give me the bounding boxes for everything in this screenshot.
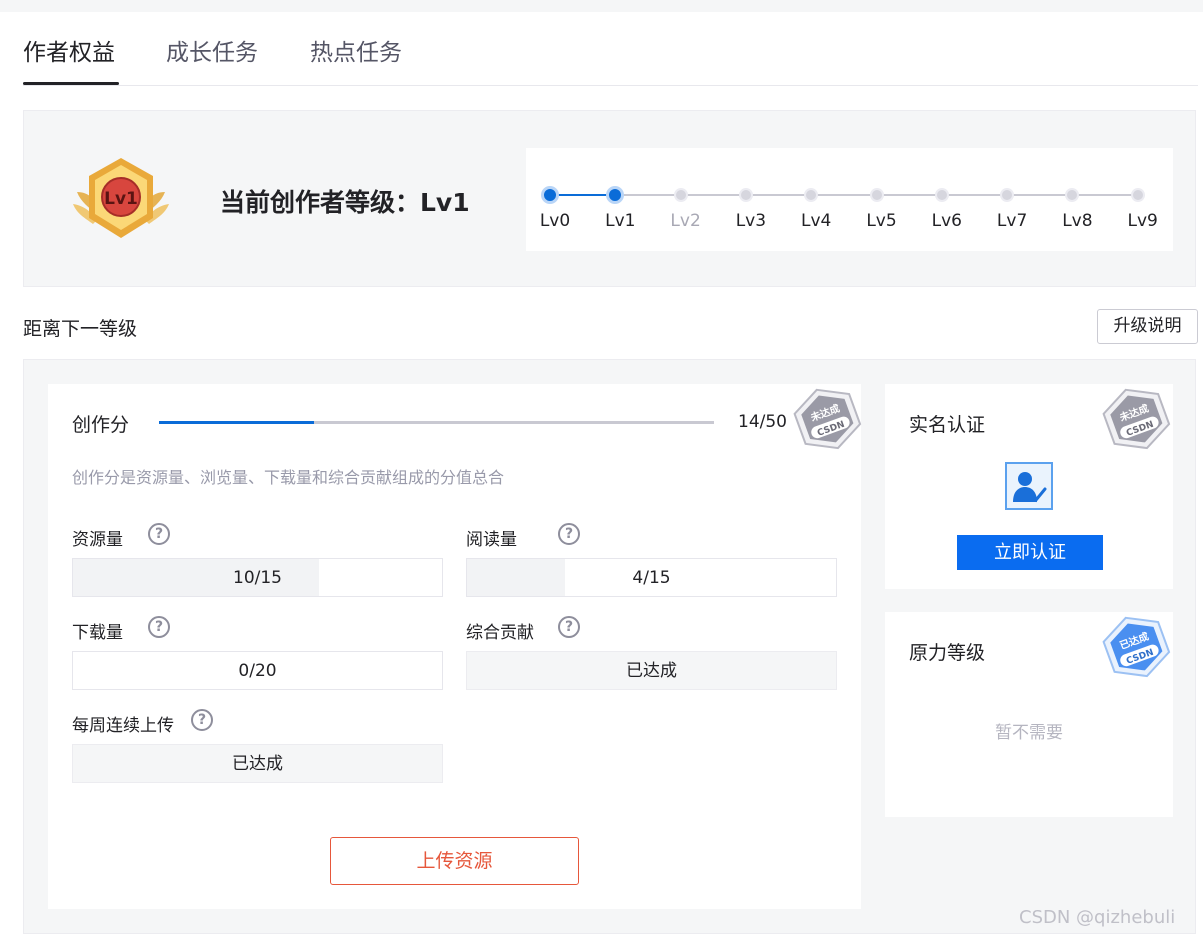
real-name-card: 实名认证 未达成 CSDN 立即认证 [885, 384, 1173, 589]
help-icon[interactable]: ? [148, 616, 170, 638]
metric-reads-value: 4/15 [632, 568, 671, 588]
metric-contribution-value: 已达成 [626, 661, 677, 681]
force-level-title: 原力等级 [909, 642, 986, 664]
level-label-lv7: Lv7 [996, 211, 1028, 231]
metric-weekly-upload-value: 已达成 [232, 754, 283, 774]
verify-now-button[interactable]: 立即认证 [957, 535, 1103, 570]
level-label-lv9: Lv9 [1127, 211, 1158, 231]
level-panel: Lv1 当前创作者等级：Lv1 Lv0 Lv1 Lv2 Lv3 Lv4 Lv5 Lv6 Lv7… [23, 110, 1196, 287]
level-dot-lv2 [673, 188, 688, 202]
tab-author-rights[interactable]: 作者权益 [23, 36, 115, 70]
level-label-lv6: Lv6 [931, 211, 962, 231]
watermark: CSDN @qizhebuli [1019, 907, 1176, 928]
tasks-panel: 创作分 14/50 未达成 CSDN 创作分是资源量、浏览量、下载量和综合贡献组… [23, 359, 1196, 934]
level-dot-lv8 [1065, 188, 1080, 202]
tab-hot-tasks[interactable]: 热点任务 [310, 36, 402, 70]
level-dot-lv6 [934, 188, 949, 202]
metric-weekly-upload: 已达成 [72, 744, 443, 783]
level-dot-lv7 [1000, 188, 1015, 202]
metric-label-downloads: 下载量 [72, 623, 123, 643]
level-label-lv2: Lv2 [670, 211, 701, 231]
metric-label-reads: 阅读量 [466, 530, 517, 550]
next-level-title: 距离下一等级 [23, 318, 138, 340]
level-dot-lv1 [606, 186, 625, 204]
level-dot-lv5 [869, 188, 884, 202]
level-label-lv0: Lv0 [539, 211, 571, 231]
metric-label-resources: 资源量 [72, 530, 123, 550]
metric-reads: 4/15 [466, 558, 837, 597]
force-level-empty-text: 暂不需要 [995, 723, 1063, 743]
upload-resource-button[interactable]: 上传资源 [330, 837, 579, 885]
not-achieved-stamp-icon: 未达成 CSDN [1102, 388, 1171, 450]
level-label-lv1: Lv1 [605, 211, 636, 231]
help-icon[interactable]: ? [191, 709, 213, 731]
user-verified-icon [1005, 462, 1053, 510]
help-icon[interactable]: ? [558, 616, 580, 638]
achieved-stamp-icon: 已达成 CSDN [1102, 616, 1171, 678]
top-strip [0, 0, 1203, 12]
creation-score-card: 创作分 14/50 未达成 CSDN 创作分是资源量、浏览量、下载量和综合贡献组… [48, 384, 862, 909]
badge-text: Lv1 [104, 189, 138, 209]
level-dot-lv4 [804, 188, 819, 202]
current-level-title: 当前创作者等级：Lv1 [220, 188, 470, 217]
upgrade-info-button[interactable]: 升级说明 [1097, 309, 1198, 344]
not-achieved-stamp-icon: 未达成 CSDN [793, 388, 862, 450]
metric-resources: 10/15 [72, 558, 443, 597]
creation-score-value: 14/50 [738, 412, 787, 432]
metric-downloads: 0/20 [72, 651, 443, 690]
level-label-lv4: Lv4 [801, 211, 832, 231]
help-icon[interactable]: ? [558, 523, 580, 545]
creation-score-progress [159, 421, 714, 424]
creation-score-description: 创作分是资源量、浏览量、下载量和综合贡献组成的分值总合 [72, 468, 505, 487]
level-badge-icon: Lv1 [73, 158, 169, 238]
level-track: Lv0 Lv1 Lv2 Lv3 Lv4 Lv5 Lv6 Lv7 Lv8 Lv9 [526, 148, 1173, 251]
metric-label-contribution: 综合贡献 [466, 623, 534, 643]
metric-label-weekly-upload: 每周连续上传 [72, 716, 174, 736]
help-icon[interactable]: ? [148, 523, 170, 545]
level-dot-lv0 [541, 186, 559, 204]
level-dot-lv3 [738, 188, 753, 202]
metric-downloads-value: 0/20 [238, 661, 277, 681]
level-label-lv5: Lv5 [866, 211, 897, 231]
metric-resources-value: 10/15 [233, 568, 282, 588]
force-level-card: 原力等级 已达成 CSDN 暂不需要 [885, 612, 1173, 817]
creation-score-label: 创作分 [72, 414, 130, 436]
level-label-lv3: Lv3 [735, 211, 767, 231]
active-tab-indicator [23, 82, 119, 85]
tab-growth-tasks[interactable]: 成长任务 [166, 36, 258, 70]
level-label-lv8: Lv8 [1062, 211, 1093, 231]
real-name-title: 实名认证 [909, 414, 986, 436]
level-dot-lv9 [1130, 188, 1145, 202]
metric-contribution: 已达成 [466, 651, 837, 690]
creation-score-progress-fill [159, 421, 315, 424]
tab-bar: 作者权益 成长任务 热点任务 [23, 36, 1198, 86]
